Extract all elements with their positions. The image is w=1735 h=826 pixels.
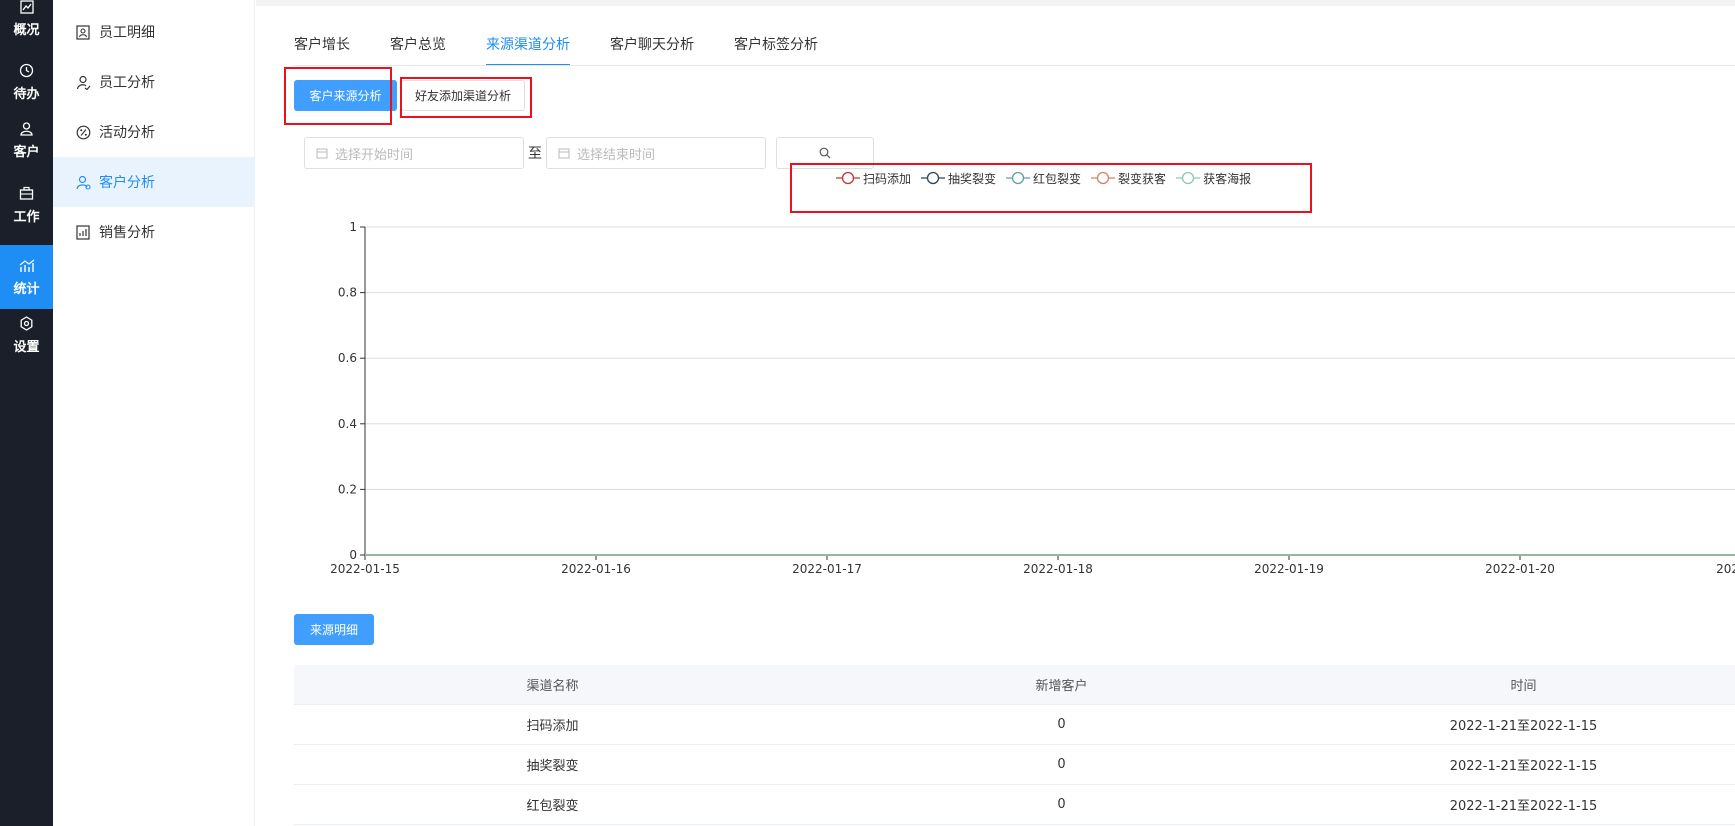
tab-customer-overview[interactable]: 客户总览 (390, 34, 446, 66)
end-date-input[interactable]: 选择结束时间 (546, 137, 766, 169)
table-header-cell: 新增客户 (1035, 679, 1088, 694)
end-date-placeholder: 选择结束时间 (577, 147, 656, 163)
sidebar-item-activity-analysis[interactable]: 活动分析 (53, 107, 255, 157)
y-tick-label: 1 (349, 220, 357, 234)
sub-sidebar: 员工明细 员工分析 活动分析 客户分析 销售分析 (53, 0, 255, 826)
table-cell: 红包裂变 (526, 799, 579, 814)
sidebar-item-sales-analysis[interactable]: 销售分析 (53, 207, 255, 257)
report-icon (75, 224, 91, 240)
y-tick-label: 0.4 (338, 417, 357, 431)
rail-item-label: 设置 (13, 339, 40, 355)
rail-item-label: 工作 (13, 209, 40, 225)
sidebar-item-label: 销售分析 (99, 225, 155, 241)
table-row: 扫码添加 0 2022-1-21至2022-1-15 (294, 705, 1735, 745)
sidebar-item-customer-analysis[interactable]: 客户分析 (53, 157, 255, 207)
table-cell: 2022-1-21至2022-1-15 (1449, 799, 1598, 814)
start-date-placeholder: 选择开始时间 (335, 147, 414, 163)
customer-icon (75, 174, 91, 190)
sidebar-item-staff-detail[interactable]: 员工明细 (53, 7, 255, 57)
x-tick-label: 2022-01-18 (1023, 562, 1093, 576)
tab-divider (294, 65, 1735, 66)
search-icon (819, 144, 831, 163)
table-header-cell: 渠道名称 (526, 679, 579, 694)
table-cell: 0 (1057, 717, 1066, 732)
sidebar-item-label: 活动分析 (99, 125, 155, 141)
tab-customer-chat[interactable]: 客户聊天分析 (610, 34, 694, 66)
table-row: 红包裂变 0 2022-1-21至2022-1-15 (294, 785, 1735, 825)
user-icon (19, 121, 35, 137)
briefcase-icon (19, 186, 35, 202)
stats-icon (19, 258, 35, 274)
x-tick-label: 2022-01-17 (792, 562, 862, 576)
person-analysis-icon (75, 74, 91, 90)
date-range-separator: 至 (528, 146, 542, 162)
start-date-input[interactable]: 选择开始时间 (304, 137, 524, 169)
table-cell: 0 (1057, 797, 1066, 812)
table-header-row: 渠道名称 新增客户 时间 (294, 665, 1735, 705)
sidebar-item-staff-analysis[interactable]: 员工分析 (53, 57, 255, 107)
table-cell: 2022-1-21至2022-1-15 (1449, 719, 1598, 734)
rail-item-label: 客户 (13, 144, 40, 160)
calendar-icon (557, 146, 571, 160)
rail-item-label: 概况 (13, 22, 40, 38)
percent-icon (75, 124, 91, 140)
rail-item-settings[interactable]: 设置 (0, 303, 53, 367)
table-cell: 0 (1057, 757, 1066, 772)
tab-customer-growth[interactable]: 客户增长 (294, 34, 350, 66)
main-nav-rail: 概况 待办 客户 工作 统计 设置 (0, 0, 53, 826)
top-strip (256, 0, 1735, 6)
table-header-cell: 时间 (1510, 679, 1537, 694)
table-cell: 扫码添加 (526, 719, 579, 734)
tab-customer-tags[interactable]: 客户标签分析 (734, 34, 818, 66)
y-tick-label: 0.8 (338, 286, 357, 300)
y-tick-label: 0 (349, 548, 357, 562)
table-cell: 抽奖裂变 (526, 759, 579, 774)
rail-item-overview[interactable]: 概况 (0, 0, 53, 50)
clock-icon (19, 63, 35, 79)
x-tick-label: 2022-01-19 (1254, 562, 1324, 576)
main-content: 客户增长 客户总览 来源渠道分析 客户聊天分析 客户标签分析 客户来源分析 好友… (256, 0, 1735, 826)
annotation-box (284, 67, 392, 125)
rail-item-work[interactable]: 工作 (0, 173, 53, 237)
sidebar-item-label: 员工分析 (99, 75, 155, 91)
rail-item-label: 待办 (13, 86, 40, 102)
rail-item-todo[interactable]: 待办 (0, 50, 53, 114)
calendar-icon (315, 146, 329, 160)
app-root: 概况 待办 客户 工作 统计 设置 员工明细 员工分析 活动分析 客户分析 销售… (0, 0, 1735, 826)
table-row: 抽奖裂变 0 2022-1-21至2022-1-15 (294, 745, 1735, 785)
gear-icon (19, 316, 35, 332)
y-tick-label: 0.6 (338, 351, 357, 365)
x-tick-label: 2022-01-16 (561, 562, 631, 576)
sidebar-item-label: 员工明细 (99, 25, 155, 41)
source-detail-table: 渠道名称 新增客户 时间 扫码添加 0 2022-1-21至2022-1-15 … (294, 665, 1735, 825)
x-tick-label: 2022-01-20 (1485, 562, 1555, 576)
rail-item-label: 统计 (13, 281, 40, 297)
rail-item-customer[interactable]: 客户 (0, 108, 53, 172)
y-tick-label: 0.2 (338, 482, 357, 496)
annotation-box (400, 77, 532, 118)
x-tick-label: 2022-01-15 (330, 562, 400, 576)
source-detail-button[interactable]: 来源明细 (294, 614, 374, 645)
tab-source-channel[interactable]: 来源渠道分析 (486, 34, 570, 66)
analysis-tabs: 客户增长 客户总览 来源渠道分析 客户聊天分析 客户标签分析 (294, 34, 858, 66)
table-cell: 2022-1-21至2022-1-15 (1449, 759, 1598, 774)
rail-item-stats[interactable]: 统计 (0, 245, 53, 309)
sidebar-item-label: 客户分析 (99, 175, 155, 191)
chart-icon (19, 0, 35, 15)
x-tick-label: 2022-01-21 (1716, 562, 1735, 576)
source-channel-line-chart: 0 0.2 0.4 0.6 0.8 1 2022-01-15 2022-01-16 2022-0… (330, 220, 1735, 576)
profile-card-icon (75, 24, 91, 40)
